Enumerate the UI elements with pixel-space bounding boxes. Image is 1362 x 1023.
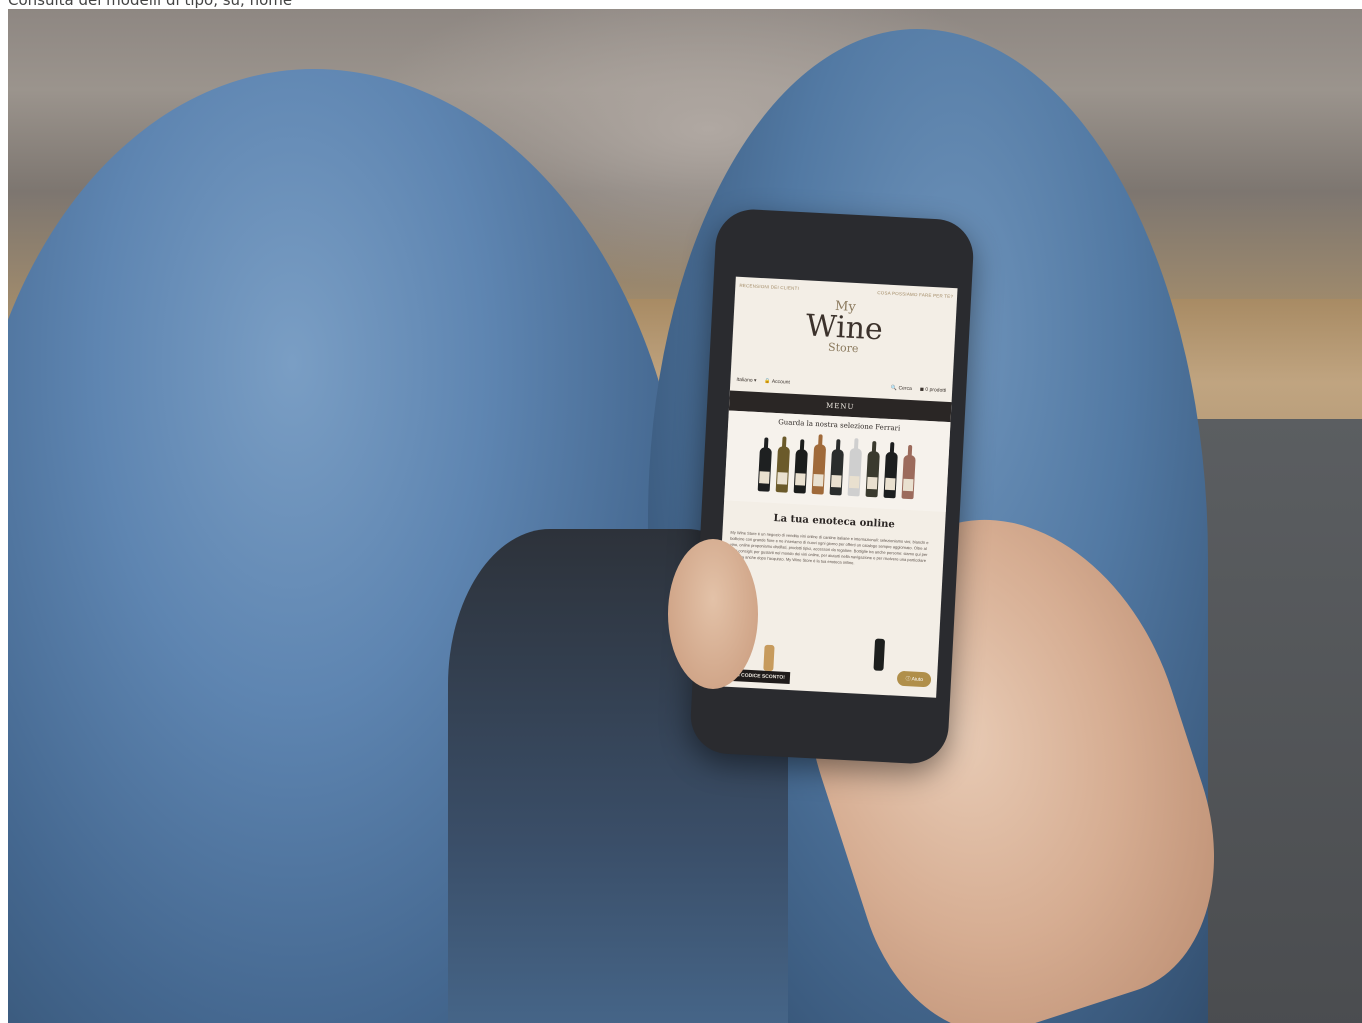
intro-heading: La tua enoteca online	[773, 512, 896, 531]
thumb	[668, 539, 758, 689]
wine-bottle	[865, 450, 880, 498]
bottle-label	[866, 476, 878, 490]
bottle-label	[777, 472, 788, 485]
bottle-label	[902, 478, 914, 492]
wine-bottle	[883, 451, 898, 499]
bottle-label	[848, 475, 860, 489]
intro-text: My Wine Store è un negozio di vendita vi…	[729, 529, 929, 566]
wine-bottle	[847, 447, 863, 497]
intro-section: La tua enoteca online My Wine Store è un…	[721, 500, 946, 571]
account-link[interactable]: 🔒 Account	[764, 378, 790, 385]
wine-bottle	[829, 448, 844, 496]
product-bottle[interactable]	[873, 638, 886, 671]
wine-bottle	[793, 449, 808, 494]
bottle-label	[812, 474, 824, 487]
search-link[interactable]: 🔍 Cerca	[891, 385, 912, 392]
wine-bottle	[811, 444, 827, 495]
wine-bottle	[757, 447, 772, 492]
bottle-label	[795, 473, 806, 486]
site-logo[interactable]: My Wine Store	[731, 295, 957, 381]
bottle-row	[725, 429, 950, 501]
photo-background: RECENSIONI DEI CLIENTI COSA POSSIAMO FAR…	[8, 9, 1362, 1023]
sofa	[1188, 419, 1362, 1023]
services-link[interactable]: COSA POSSIAMO FARE PER TE?	[877, 290, 953, 299]
bottle-label	[759, 471, 770, 484]
help-button[interactable]: ⓘ Aiuto	[897, 670, 932, 688]
product-bottle[interactable]	[763, 644, 775, 672]
cart-link[interactable]: ◼ 0 prodotti	[920, 386, 947, 393]
wine-bottle	[901, 454, 916, 500]
bottle-label	[830, 474, 842, 488]
language-select[interactable]: Italiano ▾	[736, 377, 756, 384]
ferrari-banner[interactable]: Guarda la nostra selezione Ferrari	[724, 410, 951, 512]
reviews-link[interactable]: RECENSIONI DEI CLIENTI	[739, 282, 799, 290]
wine-bottle	[775, 446, 791, 493]
bottle-label	[884, 477, 896, 491]
caption-strip: Consulta dei modelli di tipo, su, home	[0, 0, 1362, 9]
caption-text: Consulta dei modelli di tipo, su, home	[8, 0, 293, 9]
